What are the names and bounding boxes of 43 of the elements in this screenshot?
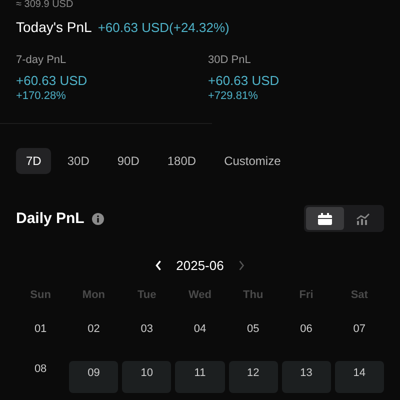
calendar-view-button[interactable] — [306, 207, 344, 230]
calendar-day[interactable]: 10 — [122, 361, 172, 393]
stat-value: +60.63 USD — [16, 73, 88, 88]
weekday-label: Sat — [350, 289, 369, 303]
calendar-day[interactable]: 04 — [175, 317, 225, 349]
weekday-label: Fri — [298, 289, 314, 303]
weekday-label: Mon — [81, 289, 106, 303]
calendar-day[interactable]: 13 — [282, 361, 331, 393]
range-tab[interactable]: 90D — [105, 148, 152, 174]
next-month-icon[interactable] — [238, 260, 245, 271]
calendar-day[interactable]: 12 — [228, 361, 278, 393]
stat-percent: +729.81% — [208, 90, 259, 102]
weekday-label: Wed — [187, 289, 212, 303]
weekday-label: Sun — [29, 289, 52, 303]
range-tab[interactable]: 30D — [55, 148, 102, 174]
bar-chart-icon — [356, 212, 370, 224]
calendar-day[interactable]: 08 — [16, 357, 66, 389]
calendar-day[interactable]: 01 — [16, 317, 66, 349]
calendar-day[interactable]: 07 — [334, 317, 384, 349]
weekday-label: Thu — [242, 289, 264, 303]
balance-note: ≈ 309.9 USD — [15, 0, 74, 10]
today-pnl-value: +60.63 USD(+24.32%) — [98, 20, 230, 35]
stat-label: 30D PnL — [208, 54, 252, 66]
calendar-day[interactable]: 14 — [334, 361, 384, 393]
section-title: Daily PnL — [16, 210, 84, 227]
previous-month-icon[interactable] — [155, 260, 162, 271]
calendar-icon — [318, 212, 332, 224]
range-tab[interactable]: Customize — [212, 148, 293, 174]
stat-value: +60.63 USD — [208, 73, 280, 88]
today-pnl-label: Today's PnL — [16, 19, 92, 35]
calendar-day[interactable]: 09 — [69, 361, 118, 393]
calendar-day[interactable]: 03 — [122, 317, 172, 349]
range-tab[interactable]: 180D — [155, 148, 208, 174]
month-label: 2025-06 — [176, 258, 224, 273]
calendar-day[interactable]: 05 — [228, 317, 278, 349]
stat-label: 7-day PnL — [16, 54, 68, 66]
range-tab[interactable]: 7D — [16, 148, 52, 174]
calendar-day[interactable]: 11 — [175, 361, 225, 393]
info-icon[interactable] — [92, 212, 104, 224]
stat-percent: +170.28% — [16, 90, 67, 102]
calendar-day[interactable]: 02 — [69, 317, 118, 349]
weekday-label: Tue — [136, 289, 158, 303]
calendar-day[interactable]: 06 — [282, 317, 331, 349]
